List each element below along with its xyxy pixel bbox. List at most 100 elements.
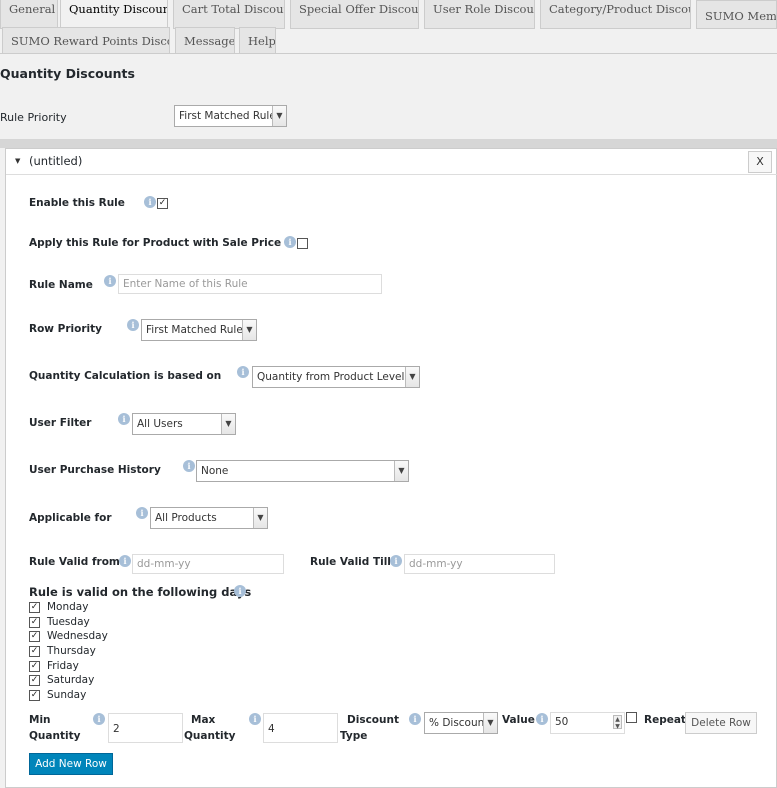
min-quantity-label-line2: Quantity xyxy=(29,730,81,742)
info-icon: i xyxy=(119,555,131,567)
page-title: Quantity Discounts xyxy=(0,66,135,81)
select-value: All Products xyxy=(155,512,217,524)
enable-rule-checkbox[interactable]: ✓ xyxy=(157,198,168,209)
close-button[interactable]: X xyxy=(748,151,772,173)
tab-label: Help xyxy=(248,34,276,48)
day-label: Monday xyxy=(47,601,89,613)
valid-from-label: Rule Valid from xyxy=(29,556,120,568)
tab-sumo-member[interactable]: SUMO Member xyxy=(696,0,777,29)
tab-label: User Role Discounts xyxy=(433,2,534,16)
select-value: Quantity from Product Level xyxy=(257,371,405,383)
tab-category-product-discounts[interactable]: Category/Product Discounts xyxy=(540,0,691,29)
day-checkbox-sunday[interactable]: ✓ xyxy=(29,690,40,701)
info-icon: i xyxy=(104,275,116,287)
info-icon: i xyxy=(136,507,148,519)
day-label: Thursday xyxy=(47,645,96,657)
purchase-history-select[interactable]: None ▼ xyxy=(196,460,409,482)
chevron-down-icon: ▼ xyxy=(405,367,419,387)
row-priority-label: Row Priority xyxy=(29,323,102,335)
user-filter-label: User Filter xyxy=(29,417,92,429)
day-label: Friday xyxy=(47,660,79,672)
info-icon: i xyxy=(144,196,156,208)
min-quantity-label-line1: Min xyxy=(29,714,51,726)
add-new-row-button[interactable]: Add New Row xyxy=(29,753,113,775)
discount-type-label-line2: Type xyxy=(340,730,368,742)
panel-header[interactable]: ▼ (untitled) X xyxy=(6,149,777,175)
user-filter-select[interactable]: All Users ▼ xyxy=(132,413,236,435)
info-icon: i xyxy=(249,713,261,725)
value-input[interactable]: 50 ▲ ▼ xyxy=(550,712,625,734)
day-checkbox-tuesday[interactable]: ✓ xyxy=(29,617,40,628)
applicable-label: Applicable for xyxy=(29,512,112,524)
sale-price-label: Apply this Rule for Product with Sale Pr… xyxy=(29,237,282,249)
tab-label: SUMO Reward Points Discounts xyxy=(11,34,169,48)
tab-label: Cart Total Discounts xyxy=(182,2,284,16)
purchase-history-label: User Purchase History xyxy=(29,464,161,476)
day-label: Tuesday xyxy=(47,616,90,628)
valid-from-input[interactable]: dd-mm-yy xyxy=(132,554,284,574)
min-quantity-input[interactable]: 2 xyxy=(108,713,183,743)
caret-down-icon[interactable]: ▼ xyxy=(15,157,20,165)
rule-priority-select[interactable]: First Matched Rule ▼ xyxy=(174,105,287,127)
qty-calc-label: Quantity Calculation is based on xyxy=(29,370,222,382)
day-checkbox-thursday[interactable]: ✓ xyxy=(29,646,40,657)
info-icon: i xyxy=(284,236,296,248)
max-quantity-label-line2: Quantity xyxy=(184,730,236,742)
repeat-label: Repeat xyxy=(644,714,686,726)
tab-label: Quantity Discounts xyxy=(69,2,167,16)
applicable-select[interactable]: All Products ▼ xyxy=(150,507,268,529)
tab-label: Category/Product Discounts xyxy=(549,2,690,16)
select-value: None xyxy=(201,465,229,477)
enable-rule-label: Enable this Rule xyxy=(29,197,125,209)
tab-cart-total-discounts[interactable]: Cart Total Discounts xyxy=(173,0,285,29)
max-quantity-input[interactable]: 4 xyxy=(263,713,338,743)
valid-till-input[interactable]: dd-mm-yy xyxy=(404,554,555,574)
day-label: Sunday xyxy=(47,689,87,701)
tab-label: Special Offer Discounts xyxy=(299,2,419,16)
chevron-down-icon: ▼ xyxy=(253,508,267,528)
tab-help[interactable]: Help xyxy=(239,27,276,54)
info-icon: i xyxy=(536,713,548,725)
info-icon: i xyxy=(183,460,195,472)
tab-message[interactable]: Message xyxy=(175,27,235,54)
repeat-checkbox[interactable] xyxy=(626,712,637,723)
day-checkbox-friday[interactable]: ✓ xyxy=(29,661,40,672)
day-checkbox-saturday[interactable]: ✓ xyxy=(29,675,40,686)
discount-type-select[interactable]: % Discount ▼ xyxy=(424,712,498,734)
max-quantity-label-line1: Max xyxy=(191,714,216,726)
value-label: Value xyxy=(502,714,535,726)
info-icon: i xyxy=(409,713,421,725)
info-icon: i xyxy=(234,585,246,597)
valid-till-label: Rule Valid Till xyxy=(310,556,391,568)
tab-general[interactable]: General xyxy=(0,0,58,29)
info-icon: i xyxy=(93,713,105,725)
chevron-down-icon: ▼ xyxy=(394,461,408,481)
select-value: % Discount xyxy=(429,717,489,729)
tab-label: General xyxy=(9,2,56,16)
chevron-down-icon: ▼ xyxy=(272,106,286,126)
select-value: First Matched Rule xyxy=(146,324,243,336)
discount-type-label-line1: Discount xyxy=(347,714,399,726)
delete-row-button[interactable]: Delete Row xyxy=(685,712,757,734)
tab-label: Message xyxy=(184,34,235,48)
section-divider xyxy=(0,139,777,148)
info-icon: i xyxy=(118,413,130,425)
select-value: First Matched Rule xyxy=(179,110,276,122)
day-label: Wednesday xyxy=(47,630,108,642)
rule-name-input[interactable]: Enter Name of this Rule xyxy=(118,274,382,294)
qty-calc-select[interactable]: Quantity from Product Level ▼ xyxy=(252,366,420,388)
days-heading: Rule is valid on the following days xyxy=(29,585,252,599)
sale-price-checkbox[interactable] xyxy=(297,238,308,249)
tabs-divider xyxy=(0,53,777,54)
day-label: Saturday xyxy=(47,674,95,686)
tab-special-offer-discounts[interactable]: Special Offer Discounts xyxy=(290,0,419,29)
rule-name-label: Rule Name xyxy=(29,279,93,291)
row-priority-select[interactable]: First Matched Rule ▼ xyxy=(141,319,257,341)
day-checkbox-wednesday[interactable]: ✓ xyxy=(29,631,40,642)
stepper-icon[interactable]: ▲ ▼ xyxy=(613,715,622,730)
tab-user-role-discounts[interactable]: User Role Discounts xyxy=(424,0,535,29)
tab-sumo-reward-points-discounts[interactable]: SUMO Reward Points Discounts xyxy=(2,27,170,54)
day-checkbox-monday[interactable]: ✓ xyxy=(29,602,40,613)
info-icon: i xyxy=(390,555,402,567)
info-icon: i xyxy=(127,319,139,331)
